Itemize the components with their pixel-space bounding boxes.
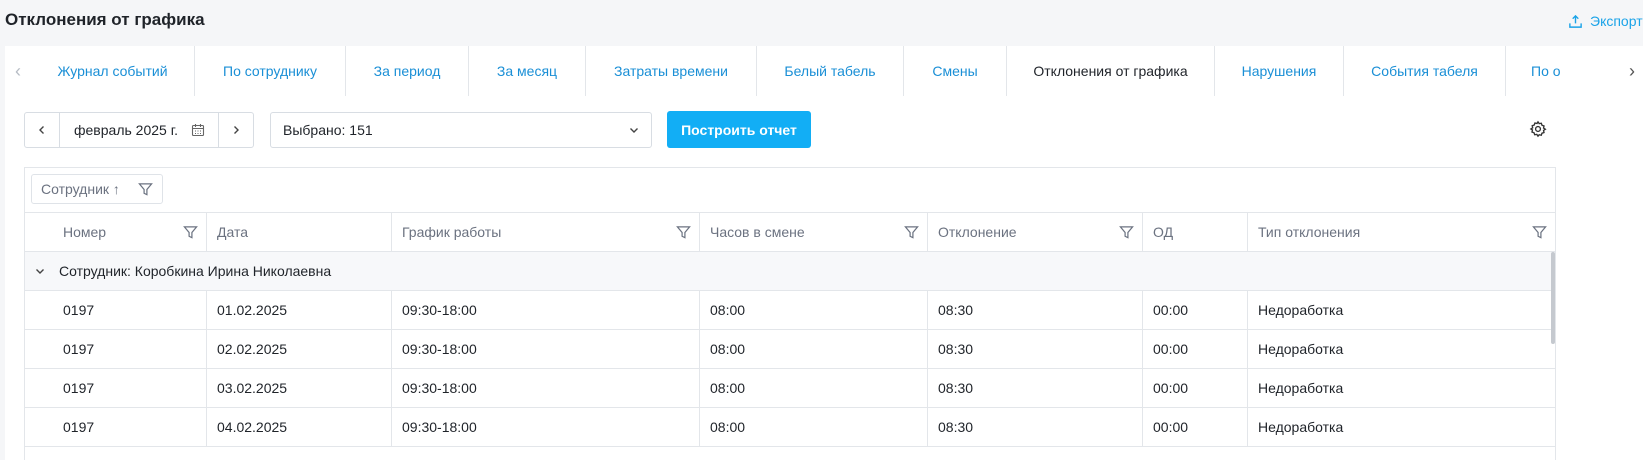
tab-by-employee[interactable]: По сотруднику: [195, 46, 346, 96]
cell-number: 0197: [25, 330, 207, 368]
column-header-label: Тип отклонения: [1258, 224, 1361, 240]
cell-schedule: 09:30-18:00: [392, 291, 700, 329]
table-row[interactable]: 0197 02.02.2025 09:30-18:00 08:00 08:30 00:00…: [25, 330, 1555, 369]
next-period-button[interactable]: [218, 113, 253, 147]
column-header-label: Номер: [63, 224, 107, 240]
cell-number: 0197: [25, 408, 207, 446]
cell-schedule: 09:30-18:00: [392, 408, 700, 446]
cell-number: 0197: [25, 369, 207, 407]
tab-violations[interactable]: Нарушения: [1215, 46, 1344, 96]
filter-icon[interactable]: [1119, 225, 1134, 240]
cell-schedule: 09:30-18:00: [392, 369, 700, 407]
cell-deviation: 08:30: [928, 291, 1143, 329]
cell-shift-hours: 08:00: [700, 408, 928, 446]
group-chip-employee[interactable]: Сотрудник ↑: [31, 174, 163, 204]
export-icon: [1569, 14, 1582, 28]
cell-deviation: 08:30: [928, 369, 1143, 407]
cell-date: 03.02.2025: [207, 369, 392, 407]
column-header-label: Дата: [217, 224, 249, 240]
column-header-date[interactable]: Дата: [207, 213, 392, 251]
cell-date: 01.02.2025: [207, 291, 392, 329]
filter-icon[interactable]: [676, 225, 691, 240]
filter-icon[interactable]: [183, 225, 198, 240]
table-body: 0197 01.02.2025 09:30-18:00 08:00 08:30 00:00…: [25, 291, 1555, 447]
chevron-down-icon: [630, 128, 638, 133]
tabs-scroll-left-icon[interactable]: ‹: [5, 46, 31, 96]
table-row[interactable]: 0197 03.02.2025 09:30-18:00 08:00 08:30 00:00…: [25, 369, 1555, 408]
gear-icon[interactable]: [1529, 120, 1547, 138]
column-header-deviation[interactable]: Отклонение: [928, 213, 1143, 251]
deviation-table: Сотрудник ↑ Номер Дата График работы Час…: [24, 167, 1556, 460]
report-tabs: ‹ Журнал событий По сотруднику За период…: [5, 46, 1643, 97]
column-header-label: Часов в смене: [710, 224, 805, 240]
export-label: Экспорт: [1590, 13, 1643, 29]
build-report-button[interactable]: Построить отчет: [667, 111, 811, 148]
report-panel: февраль 2025 г. Выбрано: 151 Построить о…: [5, 96, 1643, 460]
column-header-od[interactable]: ОД: [1143, 213, 1248, 251]
cell-shift-hours: 08:00: [700, 330, 928, 368]
column-header-number[interactable]: Номер: [25, 213, 207, 251]
cell-od: 00:00: [1143, 291, 1248, 329]
tab-for-period[interactable]: За период: [346, 46, 469, 96]
filter-icon[interactable]: [138, 182, 153, 197]
filter-icon[interactable]: [1532, 225, 1547, 240]
period-field[interactable]: февраль 2025 г.: [60, 113, 218, 147]
cell-date: 02.02.2025: [207, 330, 392, 368]
export-button[interactable]: Экспорт: [1568, 13, 1643, 29]
group-row-label: Сотрудник: Коробкина Ирина Николаевна: [59, 263, 332, 279]
tabs-scroll-right-icon[interactable]: ›: [1621, 46, 1643, 96]
cell-deviation-type: Недоработка: [1258, 302, 1344, 318]
table-header: Номер Дата График работы Часов в смене О…: [25, 213, 1555, 252]
tab-event-log[interactable]: Журнал событий: [31, 46, 195, 96]
employee-select[interactable]: Выбрано: 151: [270, 112, 652, 148]
cell-deviation-type: Недоработка: [1258, 341, 1344, 357]
tab-for-month[interactable]: За месяц: [469, 46, 586, 96]
chevron-left-icon: [39, 126, 44, 134]
period-picker: февраль 2025 г.: [24, 112, 254, 148]
table-row[interactable]: 0197 01.02.2025 09:30-18:00 08:00 08:30 00:00…: [25, 291, 1555, 330]
period-value: февраль 2025 г.: [74, 122, 178, 138]
chevron-down-icon[interactable]: [35, 266, 45, 276]
cell-schedule: 09:30-18:00: [392, 330, 700, 368]
cell-shift-hours: 08:00: [700, 291, 928, 329]
cell-od: 00:00: [1143, 369, 1248, 407]
cell-od: 00:00: [1143, 330, 1248, 368]
cell-number: 0197: [25, 291, 207, 329]
tab-white-timesheet[interactable]: Белый табель: [757, 46, 904, 96]
cell-deviation: 08:30: [928, 330, 1143, 368]
tab-schedule-deviations[interactable]: Отклонения от графика: [1007, 46, 1215, 96]
tab-shifts[interactable]: Смены: [904, 46, 1007, 96]
tab-time-costs[interactable]: Затраты времени: [586, 46, 757, 96]
group-chip-label: Сотрудник ↑: [41, 181, 120, 197]
tab-more[interactable]: По о: [1506, 46, 1586, 96]
prev-period-button[interactable]: [25, 113, 60, 147]
cell-deviation-type: Недоработка: [1258, 380, 1344, 396]
filter-icon[interactable]: [904, 225, 919, 240]
group-row[interactable]: Сотрудник: Коробкина Ирина Николаевна: [25, 252, 1555, 291]
group-panel: Сотрудник ↑: [25, 168, 1555, 213]
cell-date: 04.02.2025: [207, 408, 392, 446]
column-header-label: График работы: [402, 224, 502, 240]
chevron-right-icon: [234, 126, 239, 134]
page-title: Отклонения от графика: [5, 10, 205, 29]
table-scrollbar[interactable]: [1551, 252, 1555, 344]
column-header-deviation-type[interactable]: Тип отклонения: [1248, 213, 1555, 251]
cell-deviation-type: Недоработка: [1258, 419, 1344, 435]
calendar-icon[interactable]: [191, 123, 205, 137]
column-header-schedule[interactable]: График работы: [392, 213, 700, 251]
table-row[interactable]: 0197 04.02.2025 09:30-18:00 08:00 08:30 00:00…: [25, 408, 1555, 447]
column-header-shift-hours[interactable]: Часов в смене: [700, 213, 928, 251]
column-header-label: Отклонение: [938, 224, 1017, 240]
tab-timesheet-events[interactable]: События табеля: [1344, 46, 1506, 96]
employee-select-value: Выбрано: 151: [283, 122, 373, 138]
cell-shift-hours: 08:00: [700, 369, 928, 407]
column-header-label: ОД: [1153, 224, 1174, 240]
cell-deviation: 08:30: [928, 408, 1143, 446]
cell-od: 00:00: [1143, 408, 1248, 446]
